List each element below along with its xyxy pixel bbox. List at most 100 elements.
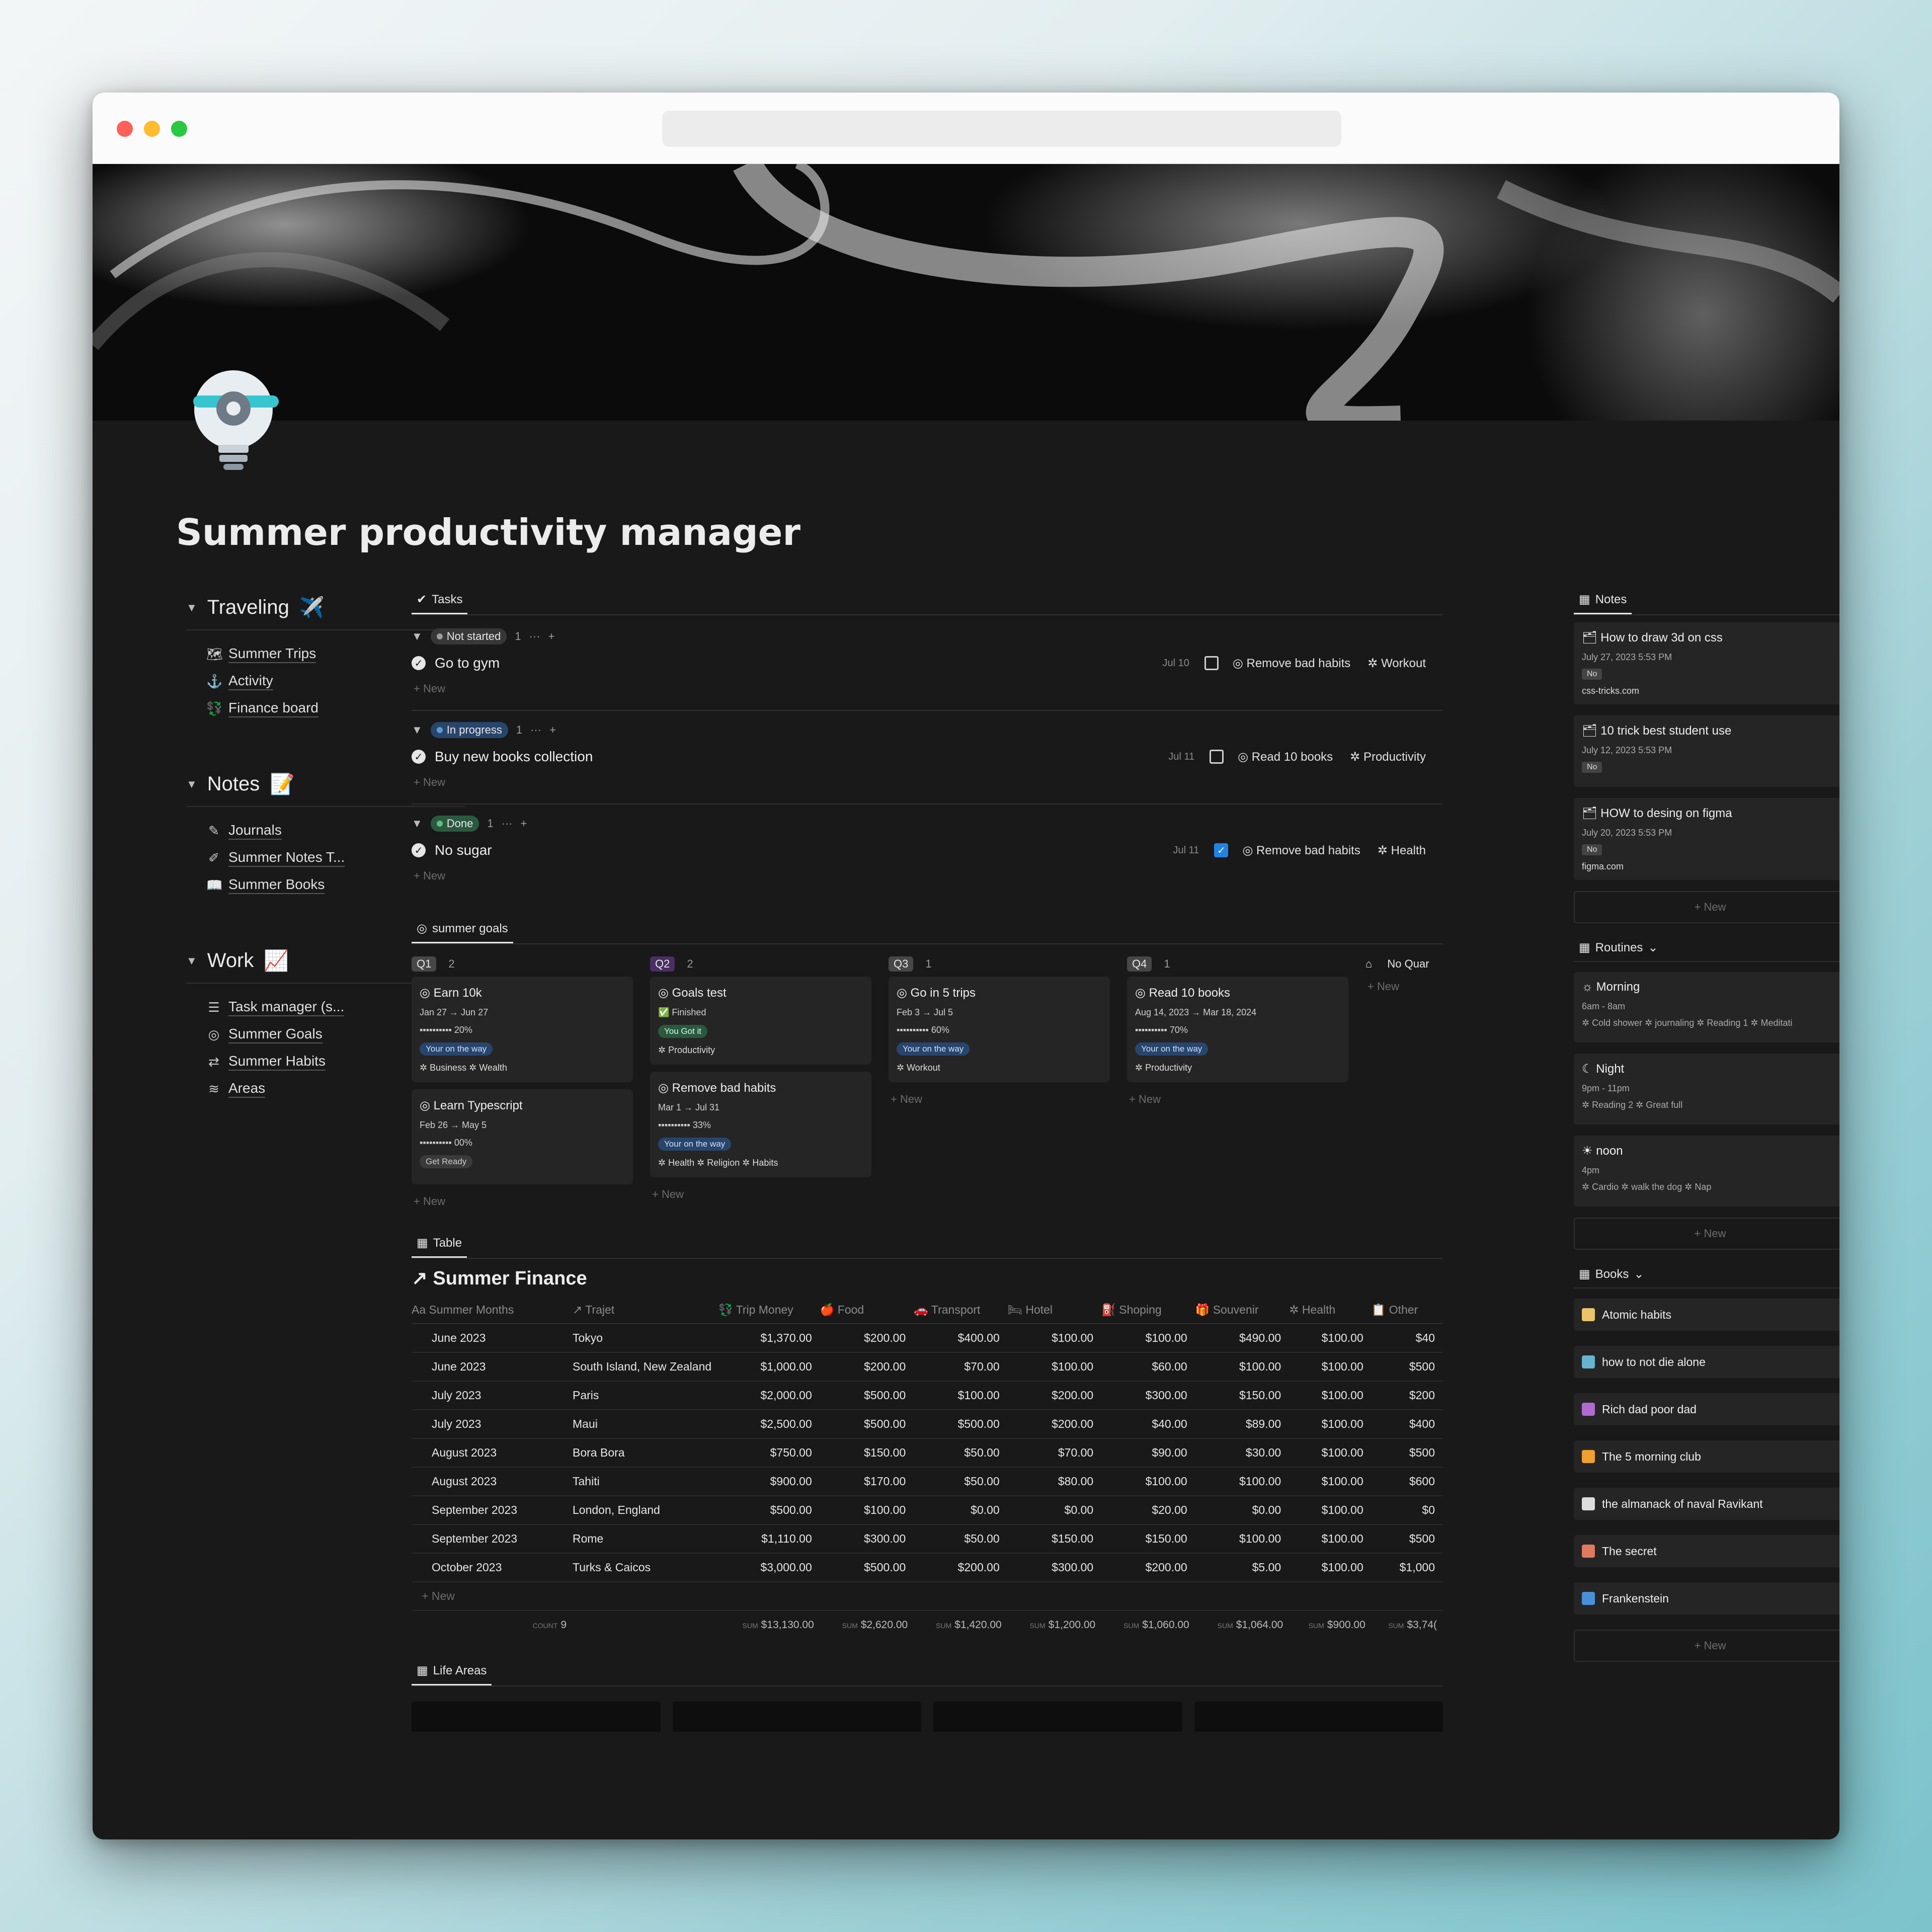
table-cell[interactable]: $200.00: [1007, 1381, 1102, 1410]
tab-table[interactable]: ▦ Table: [412, 1232, 467, 1258]
column-header[interactable]: 💱 Trip Money: [718, 1297, 820, 1324]
more-icon[interactable]: ···: [530, 723, 541, 737]
table-row[interactable]: July 2023 Paris $2,000.00 $500.00 $100.00 $20…: [412, 1381, 1443, 1410]
column-header[interactable]: 🎁 Souvenir: [1195, 1297, 1290, 1324]
table-cell[interactable]: July 2023: [412, 1410, 573, 1439]
book-card[interactable]: The secret: [1574, 1535, 1839, 1567]
table-cell[interactable]: $500.00: [914, 1410, 1008, 1439]
new-book-button[interactable]: + New: [1574, 1630, 1839, 1662]
tab-notes[interactable]: ▦ Notes: [1574, 588, 1632, 614]
new-task-button[interactable]: + New: [412, 866, 1443, 886]
table-cell[interactable]: $100.00: [820, 1496, 914, 1525]
table-cell[interactable]: $70.00: [1007, 1438, 1102, 1468]
tab-books[interactable]: ▦ Books ⌄: [1574, 1263, 1649, 1287]
table-cell[interactable]: $500.00: [820, 1410, 914, 1439]
tab-routines[interactable]: ▦ Routines ⌄: [1574, 936, 1663, 961]
table-cell[interactable]: $100.00: [1101, 1324, 1195, 1353]
table-cell[interactable]: $100.00: [1289, 1410, 1372, 1439]
chevron-down-icon[interactable]: ⌄: [1648, 940, 1658, 955]
table-cell[interactable]: $100.00: [1195, 1352, 1290, 1382]
table-cell[interactable]: $300.00: [820, 1524, 914, 1554]
table-cell[interactable]: $5.00: [1195, 1553, 1290, 1582]
table-row[interactable]: June 2023 South Island, New Zealand $1,000…: [412, 1352, 1443, 1382]
table-cell[interactable]: $50.00: [914, 1524, 1008, 1554]
table-cell[interactable]: $500: [1371, 1524, 1443, 1554]
table-cell[interactable]: $100.00: [1289, 1496, 1372, 1525]
done-checkbox[interactable]: ✓: [1214, 843, 1229, 857]
table-cell[interactable]: $500.00: [718, 1496, 820, 1525]
table-cell[interactable]: $200.00: [914, 1553, 1008, 1582]
column-header[interactable]: Aa Summer Months: [412, 1297, 573, 1324]
status-badge[interactable]: Your on the way: [1135, 1042, 1209, 1056]
quarter-badge[interactable]: Q3: [889, 956, 914, 972]
table-cell[interactable]: June 2023: [412, 1324, 573, 1353]
table-cell[interactable]: $100.00: [1195, 1524, 1290, 1554]
new-task-button[interactable]: + New: [412, 679, 1443, 699]
table-cell[interactable]: $600: [1371, 1467, 1443, 1496]
table-cell[interactable]: $40: [1371, 1324, 1443, 1353]
column-header[interactable]: 🚗 Transport: [914, 1297, 1008, 1324]
more-icon[interactable]: ···: [502, 817, 513, 830]
column-sum[interactable]: SUM $1,420.00: [914, 1611, 1007, 1639]
table-cell[interactable]: $1,110.00: [718, 1524, 820, 1554]
tab-summer-goals[interactable]: ◎ summer goals: [412, 917, 513, 943]
table-cell[interactable]: $60.00: [1101, 1352, 1195, 1382]
table-cell[interactable]: $0.00: [1007, 1496, 1102, 1525]
table-cell[interactable]: Tokyo: [573, 1324, 718, 1353]
status-badge[interactable]: Get Ready: [420, 1155, 473, 1168]
book-card[interactable]: The 5 morning club: [1574, 1440, 1839, 1473]
table-cell[interactable]: $500: [1371, 1438, 1443, 1468]
book-card[interactable]: Rich dad poor dad: [1574, 1393, 1839, 1425]
table-cell[interactable]: $89.00: [1195, 1410, 1290, 1439]
table-cell[interactable]: $200: [1371, 1381, 1443, 1410]
column-sum[interactable]: SUM $900.00: [1289, 1611, 1372, 1639]
table-row[interactable]: October 2023 Turks & Caicos $3,000.00 $500.…: [412, 1553, 1443, 1582]
gallery-card[interactable]: [933, 1702, 1182, 1732]
table-cell[interactable]: Paris: [573, 1381, 718, 1410]
table-cell[interactable]: $300.00: [1007, 1553, 1102, 1582]
table-cell[interactable]: London, England: [573, 1496, 718, 1525]
table-cell[interactable]: $30.00: [1195, 1438, 1290, 1468]
book-card[interactable]: how to not die alone: [1574, 1346, 1839, 1378]
toggle-triangle-icon[interactable]: ▼: [412, 630, 423, 643]
add-icon[interactable]: +: [549, 723, 556, 737]
book-card[interactable]: Frankenstein: [1574, 1582, 1839, 1615]
table-cell[interactable]: $80.00: [1007, 1467, 1102, 1496]
status-badge[interactable]: Not started: [430, 628, 507, 645]
column-sum[interactable]: SUM $1,200.00: [1008, 1611, 1101, 1639]
table-cell[interactable]: $200.00: [820, 1352, 914, 1382]
table-cell[interactable]: $1,000.00: [718, 1352, 820, 1382]
table-cell[interactable]: $150.00: [1101, 1524, 1195, 1554]
table-cell[interactable]: $500: [1371, 1352, 1443, 1382]
table-cell[interactable]: $150.00: [1195, 1381, 1290, 1410]
toggle-triangle-icon[interactable]: ▼: [412, 723, 423, 737]
goal-card[interactable]: ◎ Read 10 books Aug 14, 2023 → Mar 18, 2…: [1127, 977, 1348, 1082]
table-cell[interactable]: September 2023: [412, 1496, 573, 1525]
column-header[interactable]: 📋 Other: [1371, 1297, 1443, 1324]
table-cell[interactable]: $0.00: [914, 1496, 1008, 1525]
table-cell[interactable]: July 2023: [412, 1381, 573, 1410]
goal-card[interactable]: ◎ Goals test ✅ Finished You Got it ✲ Pro…: [650, 977, 871, 1065]
table-cell[interactable]: Rome: [573, 1524, 718, 1554]
status-badge[interactable]: You Got it: [658, 1025, 708, 1038]
add-icon[interactable]: +: [548, 630, 555, 643]
database-title[interactable]: ↗ Summer Finance: [412, 1267, 1443, 1290]
table-cell[interactable]: Tahiti: [573, 1467, 718, 1496]
table-cell[interactable]: $70.00: [914, 1352, 1008, 1382]
note-card[interactable]: 🗂 How to draw 3d on css July 27, 2023 5:…: [1574, 622, 1839, 704]
column-sum[interactable]: SUM $2,620.00: [820, 1611, 914, 1639]
table-cell[interactable]: $200.00: [820, 1324, 914, 1353]
table-cell[interactable]: $1,000: [1371, 1553, 1443, 1582]
column-header[interactable]: ↗ Trajet: [573, 1297, 718, 1324]
table-cell[interactable]: $150.00: [820, 1438, 914, 1468]
task-row[interactable]: ✓ No sugar Jul 11 ✓ ◎ Remove bad habits …: [412, 835, 1443, 866]
table-cell[interactable]: $100.00: [1007, 1352, 1102, 1382]
table-cell[interactable]: Maui: [573, 1410, 718, 1439]
close-window-button[interactable]: [117, 121, 133, 137]
table-cell[interactable]: $2,000.00: [718, 1381, 820, 1410]
done-checkbox[interactable]: [1210, 750, 1224, 764]
gallery-card[interactable]: [412, 1702, 661, 1732]
table-cell[interactable]: $150.00: [1007, 1524, 1102, 1554]
goal-relation[interactable]: ◎ Remove bad habits: [1233, 656, 1350, 671]
book-card[interactable]: Atomic habits: [1574, 1299, 1839, 1331]
